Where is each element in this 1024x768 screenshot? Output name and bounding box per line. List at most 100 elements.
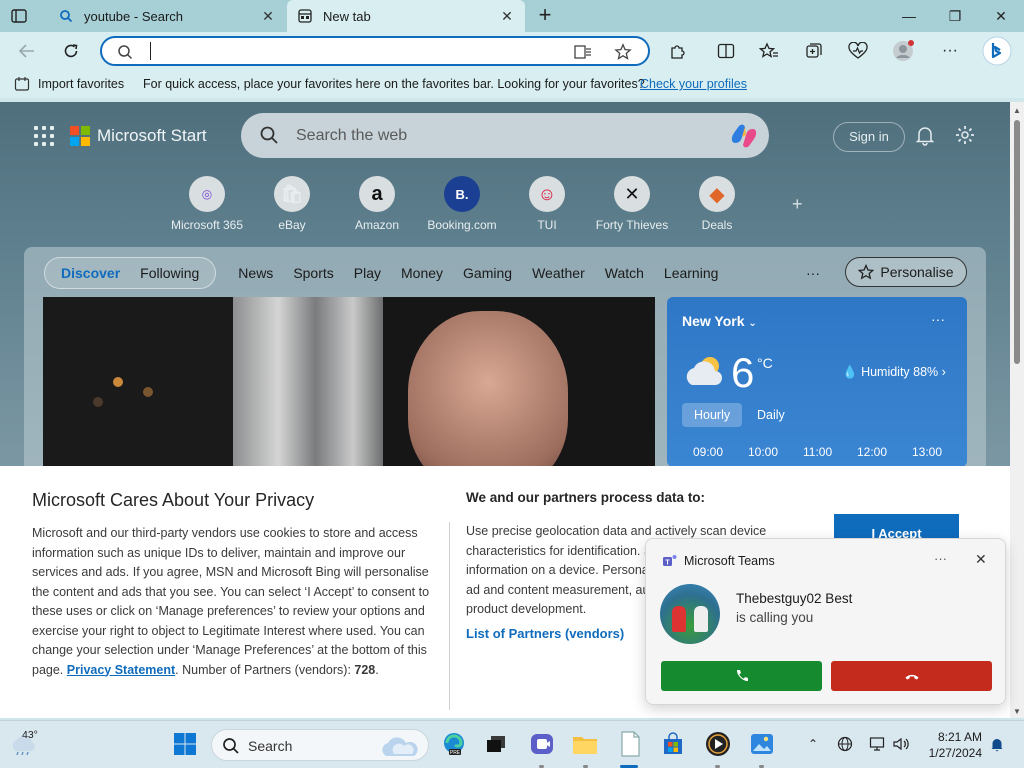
network-globe-icon[interactable] (836, 735, 854, 753)
immersive-reader-icon[interactable] (574, 43, 592, 61)
copilot-icon[interactable] (729, 123, 759, 149)
system-clock[interactable]: 8:21 AM 1/27/2024 (924, 729, 982, 761)
favorite-star-icon[interactable] (614, 43, 632, 61)
search-highlight-cloud-icon (380, 734, 420, 758)
web-search-box[interactable] (241, 113, 769, 158)
tab-youtube-search[interactable]: youtube - Search ✕ (48, 0, 286, 32)
show-hidden-icons-chevron-icon[interactable]: ⌃ (804, 735, 822, 753)
windows-start-icon[interactable] (172, 731, 198, 757)
teams-chat-icon[interactable] (529, 731, 555, 757)
tab-actions-icon[interactable] (10, 7, 28, 25)
pivot-learning[interactable]: Learning (654, 265, 729, 281)
weather-city[interactable]: New York ⌄ (682, 313, 757, 329)
toast-close-icon[interactable]: ✕ (975, 551, 987, 568)
more-pivots-icon[interactable]: ··· (806, 265, 820, 281)
tile-amazon[interactable]: a Amazon (339, 176, 415, 232)
personalise-star-icon (858, 264, 875, 280)
import-favorites-icon[interactable] (14, 76, 30, 92)
hour-label: 09:00 (693, 445, 724, 459)
personalise-button[interactable]: Personalise (845, 257, 967, 287)
hour-label: 13:00 (912, 445, 943, 459)
scroll-up-arrow[interactable]: ▲ (1012, 106, 1022, 115)
display-icon[interactable] (868, 735, 886, 753)
check-profiles-link[interactable]: Check your profiles (640, 77, 747, 91)
edge-preview-icon[interactable]: PRE (441, 731, 467, 757)
app-launcher-icon[interactable] (34, 126, 54, 146)
notifications-bell-icon[interactable] (988, 735, 1006, 753)
volume-icon[interactable] (892, 735, 910, 753)
add-tile-icon[interactable]: + (792, 194, 803, 215)
address-bar[interactable] (100, 36, 650, 66)
hero-news-image[interactable] (43, 297, 655, 466)
amazon-icon: a (359, 176, 395, 212)
notepad-icon[interactable] (617, 731, 643, 757)
accept-call-button[interactable] (661, 661, 822, 691)
taskbar-search[interactable]: Search (211, 729, 429, 761)
close-window-button[interactable]: ✕ (978, 0, 1024, 32)
tile-booking[interactable]: B. Booking.com (424, 176, 500, 232)
minimize-button[interactable]: — (886, 0, 932, 32)
tile-deals[interactable]: ◆ Deals (679, 176, 755, 232)
weather-humidity[interactable]: 💧 Humidity 88% › (842, 365, 946, 380)
weather-more-icon[interactable]: ··· (931, 311, 945, 327)
scroll-down-arrow[interactable]: ▼ (1012, 707, 1022, 716)
microsoft-store-icon[interactable] (660, 731, 686, 757)
pivot-gaming[interactable]: Gaming (453, 265, 522, 281)
list-of-partners-link[interactable]: List of Partners (vendors) (466, 626, 624, 641)
photos-icon[interactable] (749, 731, 775, 757)
file-explorer-icon[interactable] (572, 731, 598, 757)
task-view-icon[interactable] (483, 731, 509, 757)
decline-call-button[interactable] (831, 661, 992, 691)
media-player-icon[interactable] (705, 731, 731, 757)
tab-hourly[interactable]: Hourly (682, 403, 743, 427)
new-tab-button[interactable]: + (534, 4, 556, 26)
settings-gear-icon[interactable] (954, 124, 976, 146)
pivot-news[interactable]: News (228, 265, 283, 281)
tile-microsoft-365[interactable]: ◎ Microsoft 365 (169, 176, 245, 232)
feed-pivots: Discover Following News Sports Play Mone… (44, 257, 728, 289)
weather-card[interactable]: New York ⌄ ··· 6 °C 💧 Humidity 88% › Hou… (667, 297, 967, 466)
privacy-statement-link[interactable]: Privacy Statement (67, 663, 175, 677)
brand-title[interactable]: Microsoft Start (97, 126, 207, 146)
favorites-bar-message: For quick access, place your favorites h… (143, 77, 645, 91)
restore-button[interactable]: ❐ (932, 0, 978, 32)
pivot-watch[interactable]: Watch (595, 265, 654, 281)
split-screen-icon[interactable] (715, 40, 737, 62)
refresh-button[interactable] (58, 39, 84, 63)
tab-daily[interactable]: Daily (745, 403, 797, 427)
web-search-input[interactable] (296, 126, 696, 146)
browser-essentials-icon[interactable] (847, 40, 869, 62)
import-favorites-link[interactable]: Import favorites (38, 77, 124, 91)
tile-label: eBay (278, 218, 306, 232)
pivot-discover[interactable]: Discover (51, 265, 130, 281)
windows-taskbar: 43° Search PRE ⌃ 8:21 AM 1/27/2024 (0, 720, 1024, 768)
tile-forty-thieves[interactable]: ✕ Forty Thieves (594, 176, 670, 232)
close-tab-icon[interactable]: ✕ (260, 8, 276, 24)
address-input[interactable] (148, 42, 548, 60)
pivot-sports[interactable]: Sports (283, 265, 343, 281)
profile-avatar[interactable] (892, 40, 914, 62)
extensions-icon[interactable] (666, 40, 688, 62)
collections-icon[interactable] (803, 40, 825, 62)
favorites-icon[interactable] (758, 40, 780, 62)
close-tab-icon[interactable]: ✕ (499, 8, 515, 24)
tab-new-tab[interactable]: New tab ✕ (287, 0, 525, 32)
pivot-following[interactable]: Following (130, 265, 209, 281)
sign-in-button[interactable]: Sign in (833, 122, 905, 152)
caller-name: Thebestguy02 Best (736, 591, 853, 606)
pivot-money[interactable]: Money (391, 265, 453, 281)
partly-cloudy-icon (682, 353, 728, 389)
tile-ebay[interactable]: 🛍 eBay (254, 176, 330, 232)
settings-more-icon[interactable]: ··· (939, 40, 961, 62)
toast-more-icon[interactable]: ··· (934, 551, 947, 566)
tab-label: youtube - Search (84, 8, 184, 24)
scrollbar-thumb[interactable] (1014, 120, 1020, 364)
bing-copilot-icon[interactable] (982, 36, 1012, 66)
pivot-play[interactable]: Play (344, 265, 391, 281)
page-scrollbar[interactable]: ▲ ▼ (1010, 102, 1024, 718)
privacy-title: Microsoft Cares About Your Privacy (32, 490, 315, 510)
notifications-bell-icon[interactable] (914, 124, 936, 146)
pivot-weather[interactable]: Weather (522, 265, 595, 281)
back-button[interactable] (14, 39, 40, 63)
tile-tui[interactable]: ☺ TUI (509, 176, 585, 232)
